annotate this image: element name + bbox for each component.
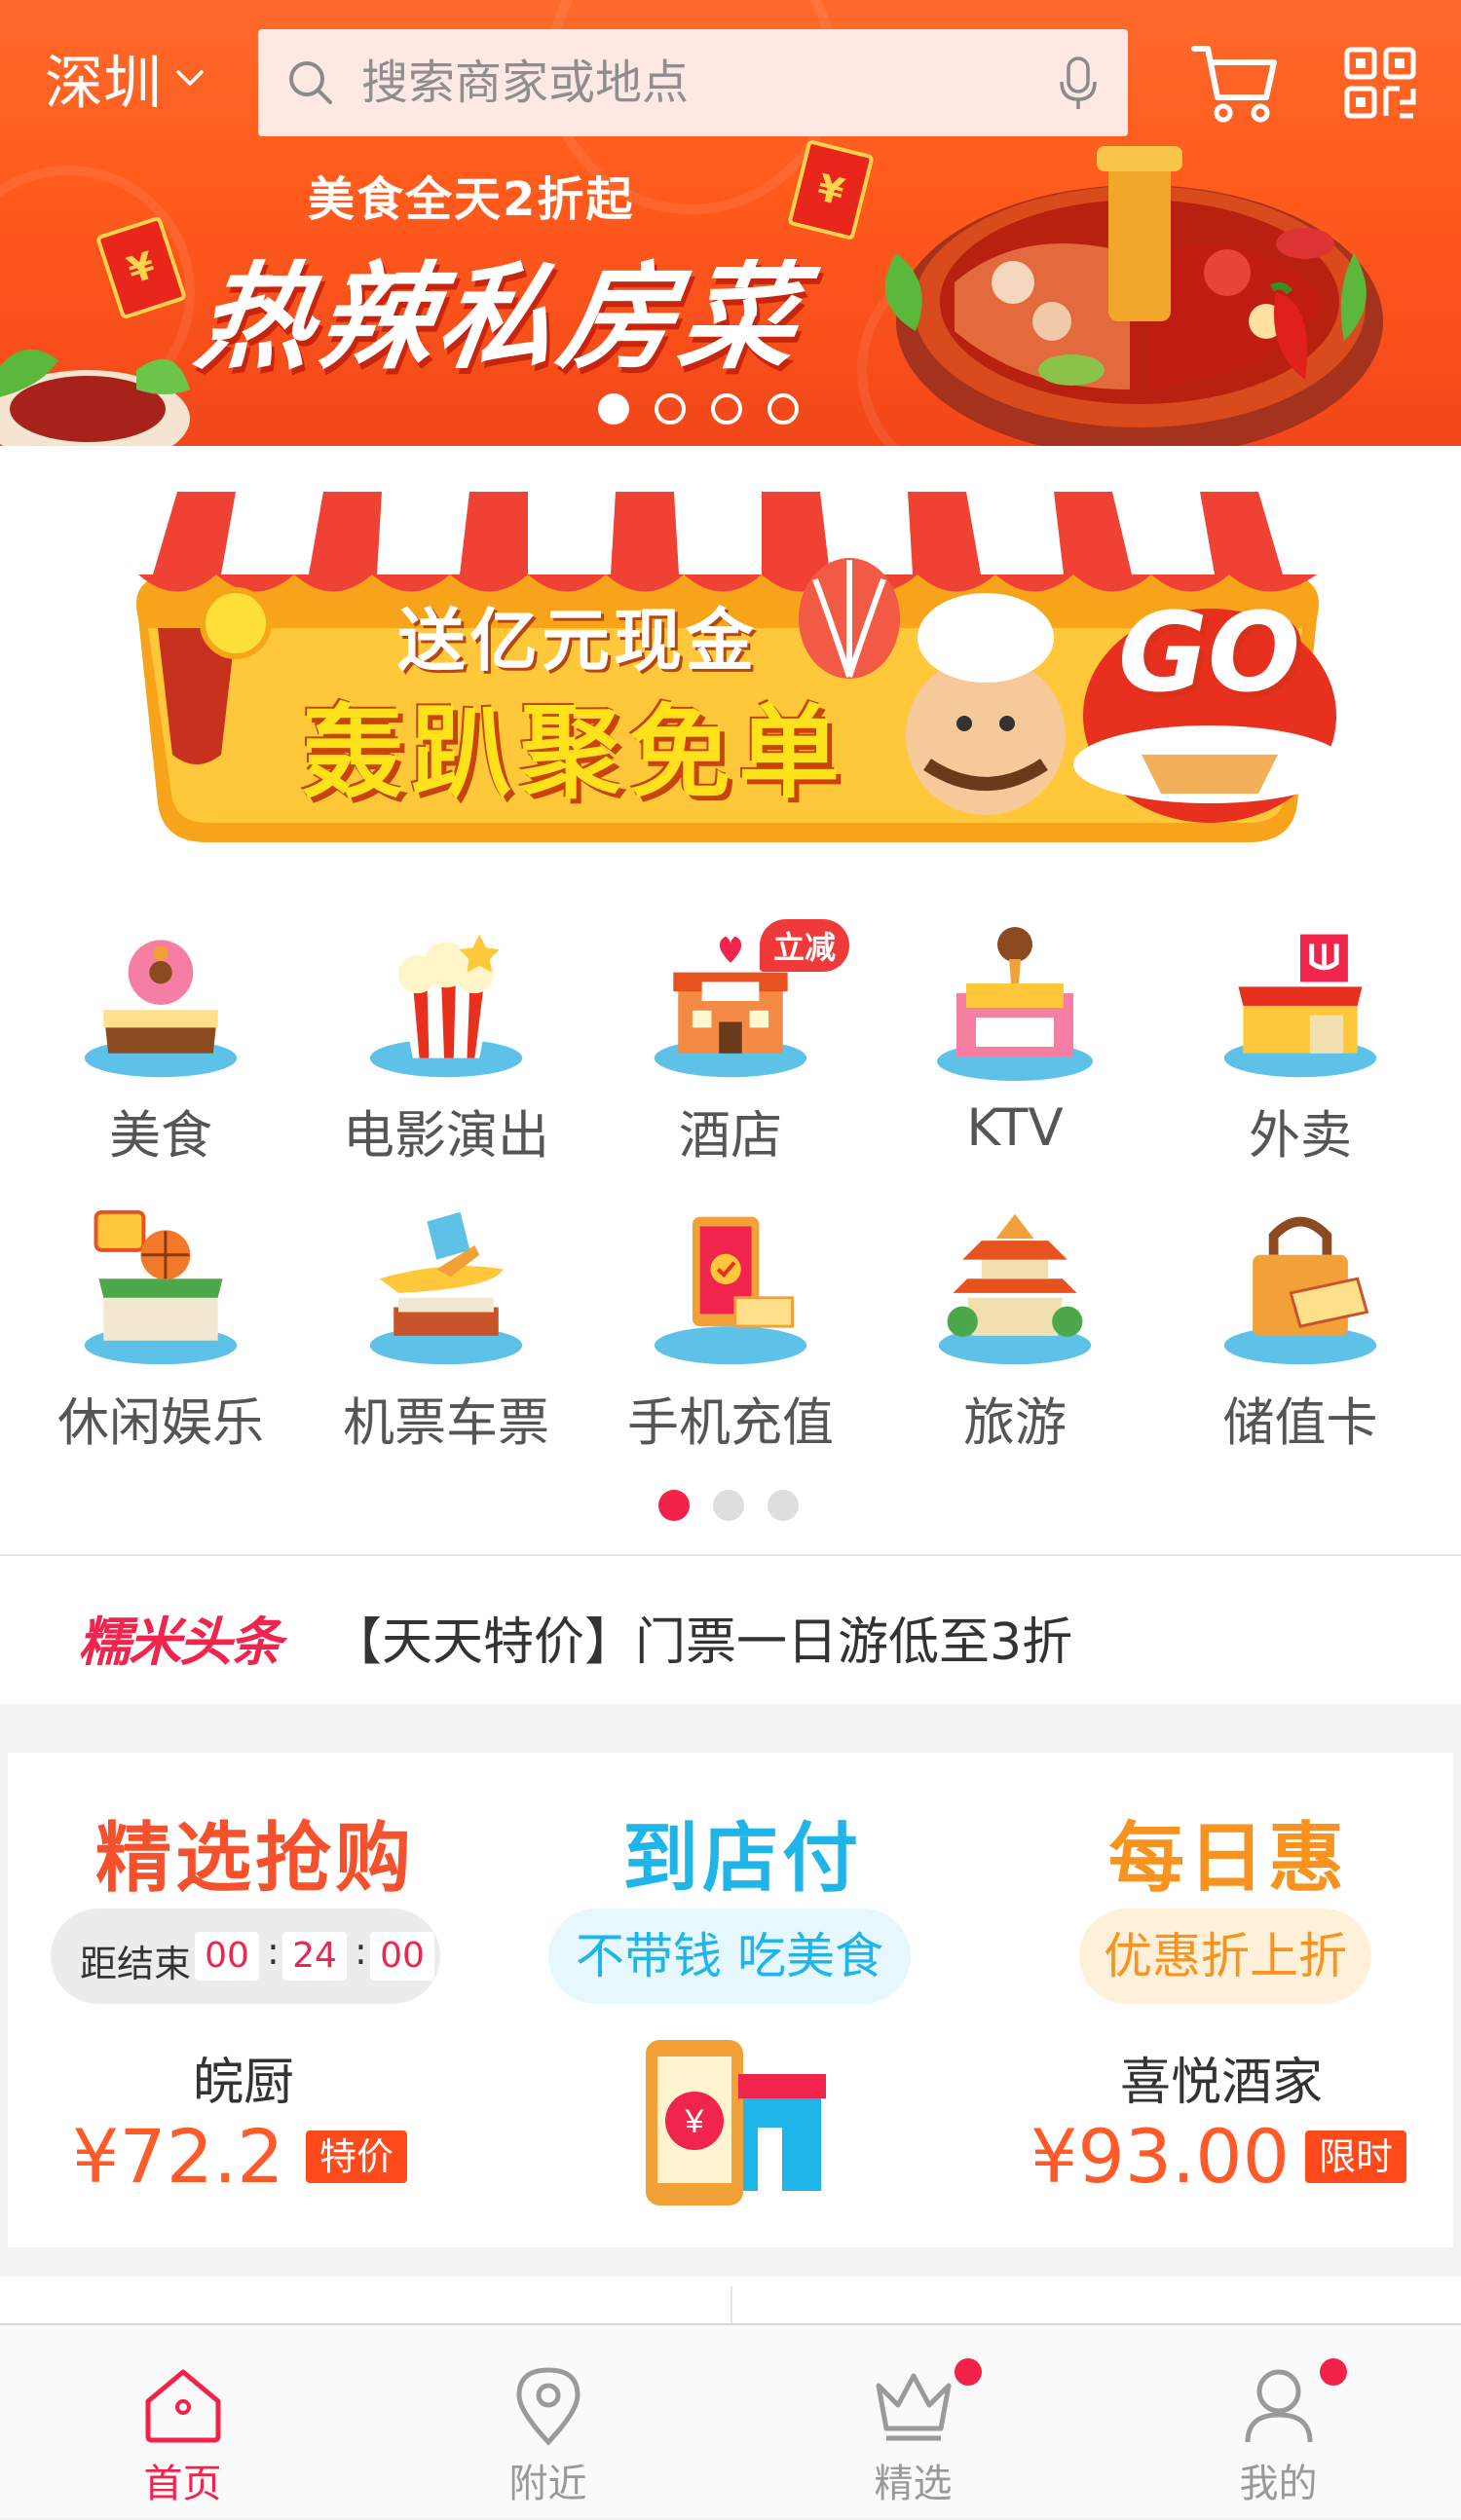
city-label: 深圳 <box>45 49 162 118</box>
tab-label: 我的 <box>1239 2462 1318 2506</box>
category-label: 旅游 <box>963 1393 1067 1453</box>
category-food[interactable]: 美食 <box>19 915 302 1168</box>
category-label: 电影演出 <box>343 1106 549 1166</box>
deal-title: 精选抢购 <box>95 1815 416 1903</box>
category-label: KTV <box>966 1098 1064 1158</box>
sport-building-icon <box>84 1209 238 1365</box>
category-tickets[interactable]: 机票车票 <box>305 1203 587 1456</box>
chili-icon <box>1269 282 1307 380</box>
food-plate-icon <box>0 349 190 446</box>
banner-dot[interactable] <box>711 393 742 425</box>
hero-banner[interactable]: 美食全天2折起 热辣私房菜 深圳 <box>0 0 1461 446</box>
deal-title: 到店付 <box>622 1815 863 1903</box>
ad-go-label: GO <box>1118 590 1301 717</box>
category-phone-recharge[interactable]: 手机充值 <box>589 1203 872 1456</box>
category-page-dot[interactable] <box>768 1490 799 1521</box>
banner-dot[interactable] <box>768 393 799 425</box>
category-ktv[interactable]: KTV <box>874 915 1156 1168</box>
deal-tag: 限时 <box>1305 2131 1407 2183</box>
headline-logo: 糯米头条 <box>78 1612 282 1673</box>
cart-icon[interactable] <box>1190 39 1280 129</box>
tab-label: 首页 <box>143 2462 222 2506</box>
top-header: 深圳 <box>0 0 1461 146</box>
countdown-timer: 距结束 00 : 24 : 00 <box>51 1909 440 2004</box>
chevron-down-icon <box>176 70 204 87</box>
cake-icon <box>84 940 238 1078</box>
category-page-dot[interactable] <box>658 1490 690 1521</box>
pagoda-icon <box>938 1213 1092 1365</box>
svg-text:¥: ¥ <box>685 2103 704 2140</box>
takeout-shop-icon <box>1223 934 1377 1078</box>
timer-seconds: 00 <box>370 1932 434 1981</box>
banner-dot[interactable] <box>598 393 629 425</box>
city-selector[interactable]: 深圳 <box>45 39 205 118</box>
timer-colon: : <box>267 1930 280 1973</box>
banner-dot[interactable] <box>655 393 686 425</box>
category-movies[interactable]: 电影演出 <box>305 915 587 1168</box>
deal-shop-name: 喜悦酒家 <box>1120 2054 1324 2112</box>
category-label: 手机充值 <box>627 1393 834 1453</box>
popcorn-icon <box>369 934 523 1078</box>
category-travel[interactable]: 旅游 <box>874 1203 1156 1456</box>
discount-badge: 立减 <box>760 919 850 972</box>
banner-title: 热辣私房菜 <box>188 250 812 385</box>
deals-section: 精选抢购 距结束 00 : 24 : 00 皖厨 ¥72.2 特价 到店付 不带… <box>8 1753 1453 2247</box>
timer-minutes: 24 <box>282 1932 347 1981</box>
airplane-ticket-icon <box>369 1211 523 1365</box>
user-icon <box>1245 2369 1313 2443</box>
deal-daily-discount[interactable]: 每日惠 优惠折上折 喜悦酒家 ¥93.00 限时 <box>972 1753 1453 2247</box>
tab-home[interactable]: 首页 <box>0 2325 365 2520</box>
category-entertainment[interactable]: 休闲娱乐 <box>19 1203 302 1456</box>
microphone-icon[interactable] <box>1054 55 1103 113</box>
news-headline-bar[interactable]: 糯米头条 【天天特价】门票一日游低至3折 <box>0 1556 1461 1704</box>
category-label: 美食 <box>109 1106 212 1166</box>
deal-slogan: 优惠折上折 <box>1079 1909 1371 2004</box>
tab-label: 精选 <box>874 2462 953 2506</box>
category-label: 酒店 <box>679 1106 782 1166</box>
deal-pay-in-store[interactable]: 到店付 不带钱 吃美食 ¥ <box>490 1753 972 2247</box>
ad-line2: 轰趴聚免单 <box>302 693 848 812</box>
deal-price: ¥72.2 <box>72 2113 284 2200</box>
category-label: 外卖 <box>1249 1106 1352 1166</box>
tab-label: 附近 <box>508 2462 587 2506</box>
deal-price: ¥93.00 <box>1030 2113 1290 2200</box>
ktv-icon <box>937 927 1093 1081</box>
tab-featured[interactable]: 精选 <box>730 2325 1096 2520</box>
phone-store-icon: ¥ <box>646 2040 826 2205</box>
category-takeout[interactable]: 外卖 <box>1159 915 1442 1168</box>
category-page-dot[interactable] <box>713 1490 744 1521</box>
banner-pagination <box>598 393 799 425</box>
deal-shop-name: 皖厨 <box>193 2054 295 2112</box>
home-icon <box>145 2369 221 2443</box>
qr-code-icon[interactable] <box>1344 47 1416 119</box>
vip-card-icon <box>1223 1216 1377 1365</box>
category-label: 休闲娱乐 <box>57 1393 264 1453</box>
phone-recharge-icon <box>654 1216 807 1365</box>
headline-text: 【天天特价】门票一日游低至3折 <box>331 1613 1073 1672</box>
search-input[interactable] <box>361 56 985 110</box>
search-bar[interactable] <box>258 29 1128 136</box>
bottom-tab-bar: 首页 附近 精选 我的 <box>0 2323 1461 2518</box>
category-pagination <box>658 1490 799 1521</box>
notification-dot <box>1316 2354 1351 2390</box>
timer-label: 距结束 <box>80 1943 192 1985</box>
tab-mine[interactable]: 我的 <box>1096 2325 1461 2520</box>
category-stored-value-card[interactable]: 储值卡 <box>1159 1203 1442 1456</box>
timer-hours: 00 <box>195 1932 259 1981</box>
deal-title: 每日惠 <box>1108 1815 1349 1903</box>
timer-colon: : <box>355 1930 367 1973</box>
deal-flash-sale[interactable]: 精选抢购 距结束 00 : 24 : 00 皖厨 ¥72.2 特价 <box>8 1753 490 2247</box>
search-icon <box>289 61 332 104</box>
category-label: 储值卡 <box>1222 1393 1378 1453</box>
notification-dot <box>951 2354 986 2390</box>
tab-nearby[interactable]: 附近 <box>365 2325 730 2520</box>
crown-icon <box>876 2373 952 2441</box>
deal-tag: 特价 <box>306 2131 408 2183</box>
location-pin-icon <box>516 2367 581 2446</box>
category-label: 机票车票 <box>343 1393 549 1453</box>
banner-subtitle: 美食全天2折起 <box>308 172 635 227</box>
deal-slogan: 不带钱 吃美食 <box>548 1909 911 2004</box>
